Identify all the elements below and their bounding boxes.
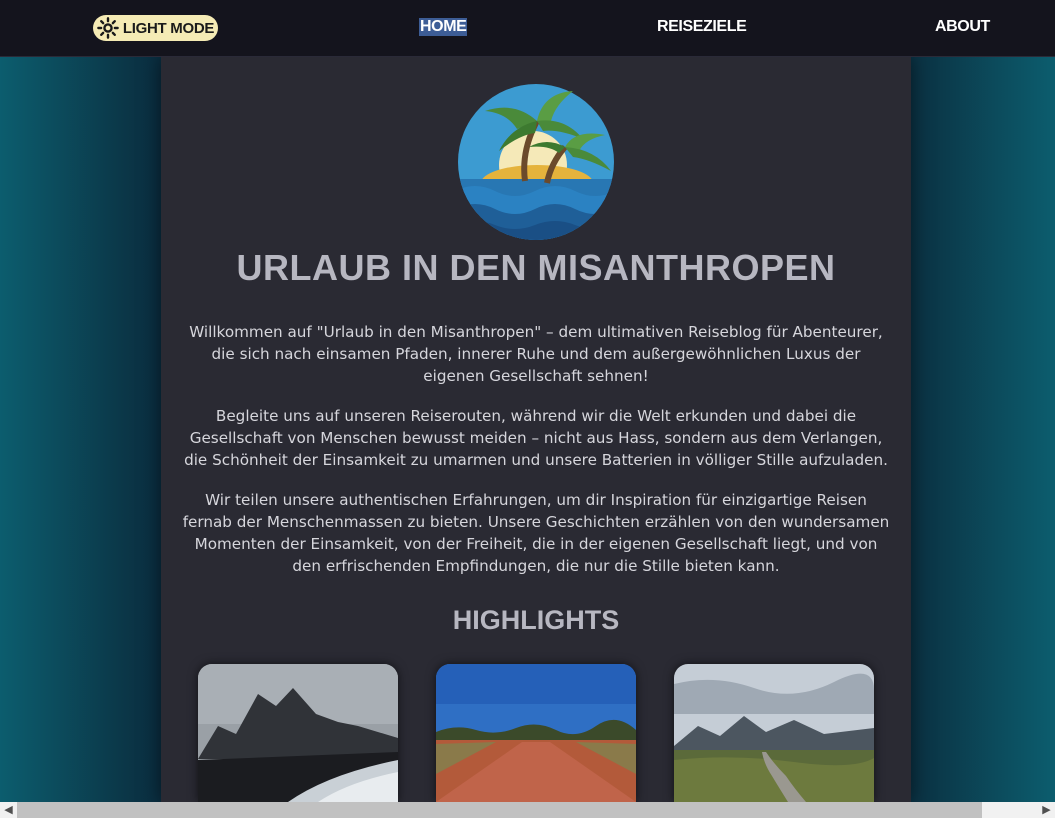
nav-link-home[interactable]: Home bbox=[419, 18, 468, 36]
highlight-card-beach[interactable] bbox=[198, 664, 398, 802]
scroll-right-arrow-icon[interactable]: ▶ bbox=[1038, 802, 1055, 818]
nav-link-about[interactable]: About bbox=[935, 18, 990, 36]
highland-hiking-trail-photo bbox=[674, 664, 874, 802]
intro-paragraph-1: Willkommen auf "Urlaub in den Misanthrop… bbox=[189, 323, 883, 385]
red-outback-road-photo bbox=[436, 664, 636, 802]
highlight-card-outback[interactable] bbox=[436, 664, 636, 802]
horizontal-scrollbar[interactable]: ◀ ▶ bbox=[0, 802, 1055, 818]
page-title: Urlaub in den Misanthropen bbox=[236, 247, 836, 288]
intro-paragraph-3: Wir teilen unsere authentischen Erfahrun… bbox=[182, 491, 890, 575]
sun-icon bbox=[97, 17, 119, 39]
palm-island-icon bbox=[458, 84, 614, 240]
black-sand-beach-mountains-photo bbox=[198, 664, 398, 802]
light-mode-label: Light Mode bbox=[122, 19, 215, 37]
scroll-left-arrow-icon[interactable]: ◀ bbox=[0, 802, 17, 818]
highlights-heading: Highlights bbox=[452, 605, 620, 635]
main-content-panel: Urlaub in den Misanthropen Willkommen au… bbox=[161, 57, 911, 802]
highlight-card-highlands[interactable] bbox=[674, 664, 874, 802]
nav-link-reiseziele[interactable]: Reiseziele bbox=[657, 18, 747, 36]
light-mode-toggle-button[interactable]: Light Mode bbox=[93, 15, 218, 41]
intro-paragraph-2: Begleite uns auf unseren Reiserouten, wä… bbox=[184, 407, 888, 469]
scrollbar-thumb[interactable] bbox=[17, 802, 982, 818]
top-navigation-bar: Light Mode Home Reiseziele About bbox=[0, 0, 1055, 57]
